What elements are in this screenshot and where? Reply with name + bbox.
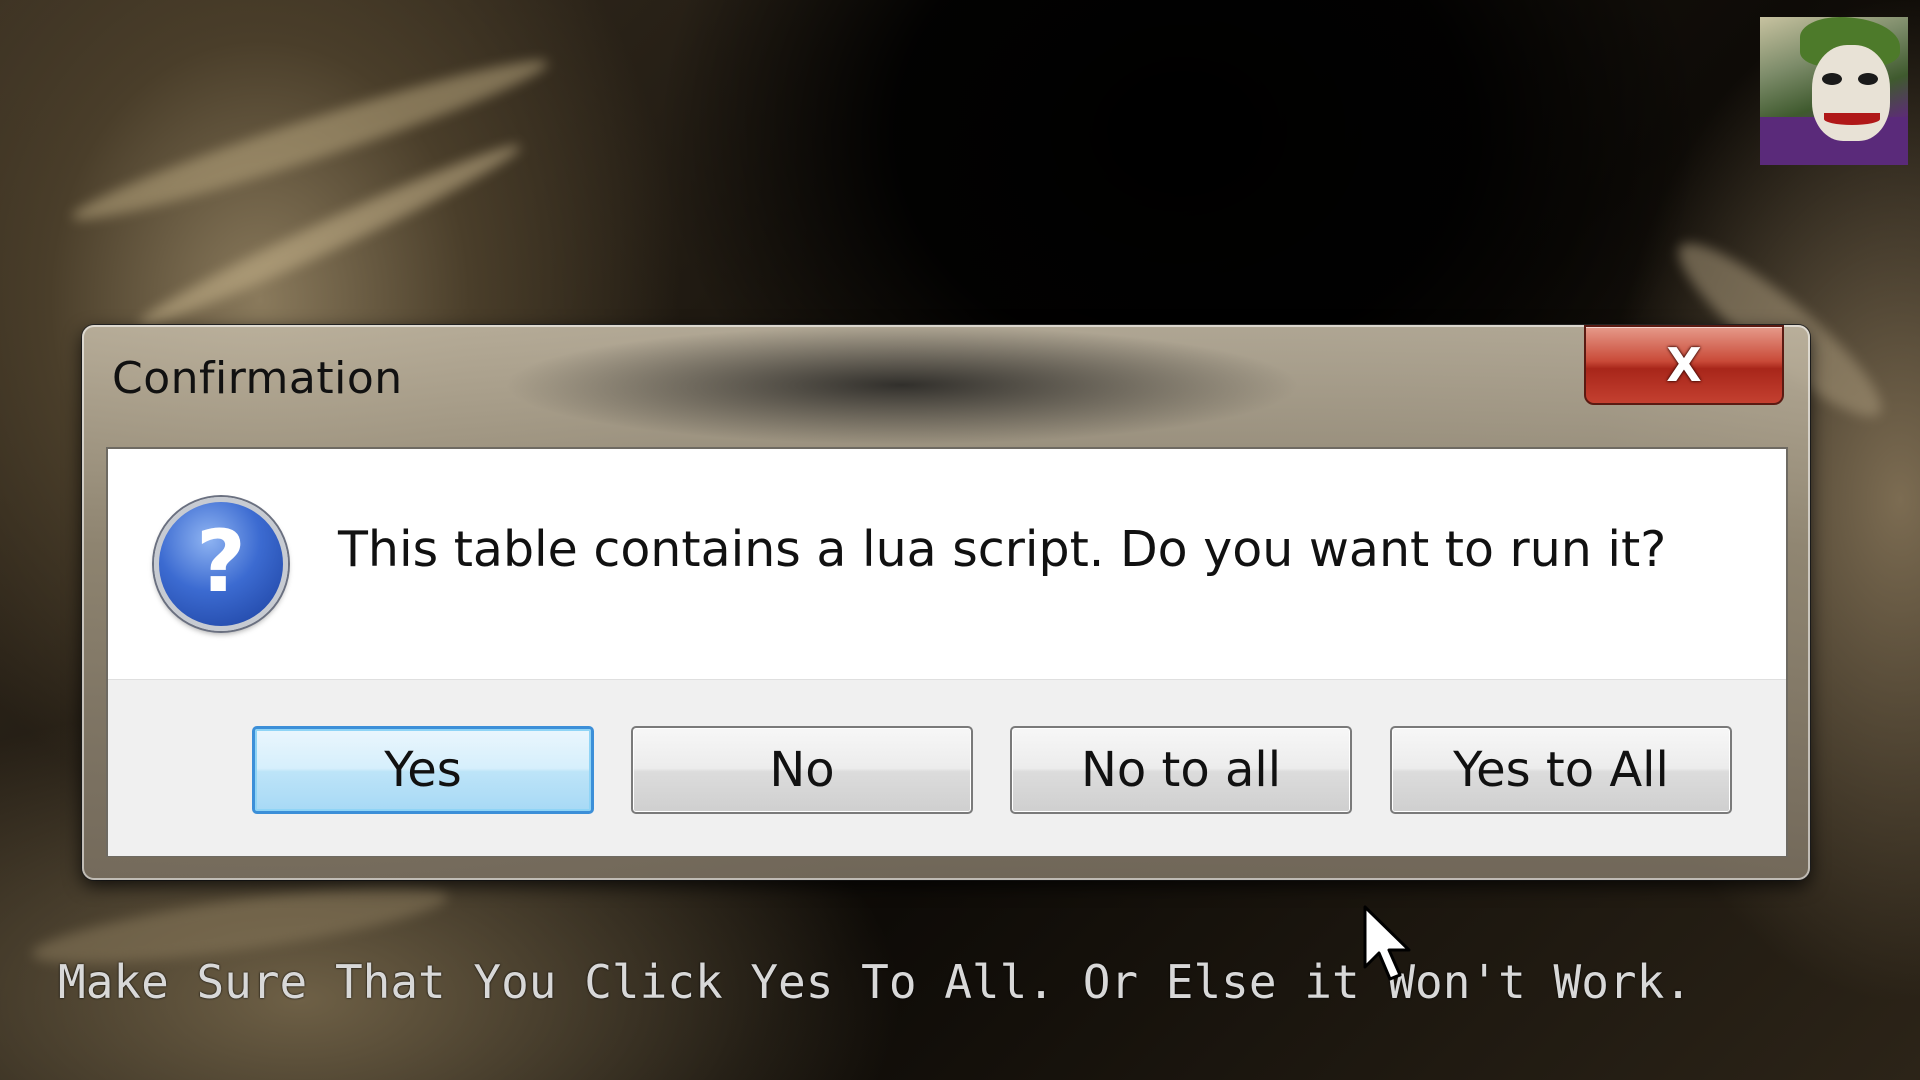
close-button[interactable]: X: [1584, 325, 1784, 405]
overlay-caption: Make Sure That You Click Yes To All. Or …: [58, 955, 1692, 1009]
dialog-message: This table contains a lua script. Do you…: [338, 521, 1667, 578]
confirmation-dialog: Confirmation X ? This table contains a l…: [82, 325, 1810, 880]
question-icon: ?: [154, 497, 288, 631]
button-bar: Yes No No to all Yes to All: [108, 679, 1786, 856]
close-icon: X: [1666, 338, 1702, 392]
no-to-all-button[interactable]: No to all: [1010, 726, 1352, 814]
yes-to-all-button[interactable]: Yes to All: [1390, 726, 1732, 814]
channel-avatar: [1760, 17, 1908, 165]
dialog-title: Confirmation: [112, 353, 403, 404]
yes-button[interactable]: Yes: [252, 726, 594, 814]
no-button[interactable]: No: [631, 726, 973, 814]
message-area: ? This table contains a lua script. Do y…: [108, 449, 1786, 679]
mouse-cursor-icon: [1363, 905, 1411, 981]
dialog-content: ? This table contains a lua script. Do y…: [106, 447, 1788, 857]
background-streak: [66, 43, 554, 237]
